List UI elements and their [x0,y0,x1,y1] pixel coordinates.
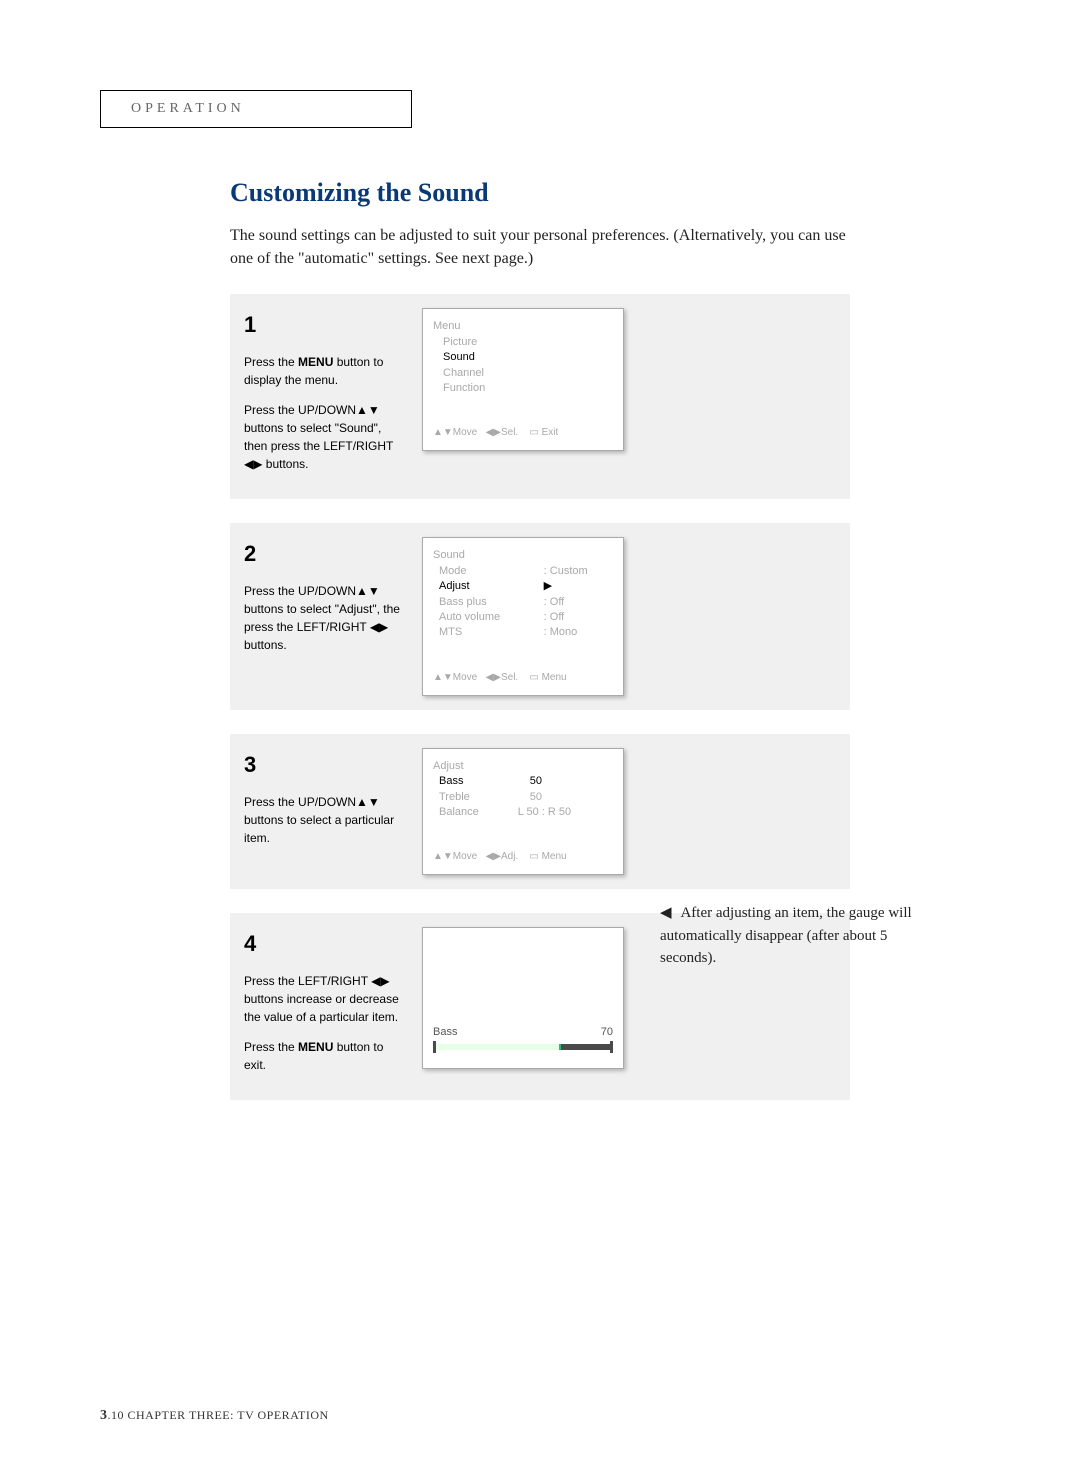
side-note: ◀ After adjusting an item, the gauge wil… [660,902,940,970]
step-instruction-b: Press the UP/DOWN▲▼ buttons to select "S… [244,401,404,473]
step-number: 1 [244,308,404,341]
step-1: 1 Press the MENU button to display the m… [230,294,850,499]
osd-screen-bass-gauge: Bass 70 [422,927,624,1069]
section-header: OPERATION [100,90,412,128]
intro-text: The sound settings can be adjusted to su… [230,224,850,270]
gauge-label: Bass [433,1025,457,1040]
step-instruction: Press the MENU button to display the men… [244,353,404,389]
left-arrow-icon: ◀ [660,902,672,925]
step-instruction-b: Press the MENU button to exit. [244,1038,404,1074]
step-2: 2 Press the UP/DOWN▲▼ buttons to select … [230,523,850,709]
exit-icon: ▭ Exit [529,427,558,438]
osd-screen-adjust-menu: Adjust Bass50 Treble50 BalanceL 50 : R 5… [422,748,624,876]
step-instruction: Press the UP/DOWN▲▼ buttons to select "A… [244,582,404,654]
step-instruction: Press the LEFT/RIGHT ◀▶ buttons increase… [244,972,404,1026]
move-icon: ▲▼Move [433,427,477,438]
page-footer: 3.10 CHAPTER THREE: TV OPERATION [100,1408,329,1424]
osd-screen-sound-menu: Sound Mode: Custom Adjust▶ Bass plus: Of… [422,537,624,695]
gauge-fill [433,1044,561,1050]
osd-screen-main-menu: Menu Picture Sound Channel Function ▲▼Mo… [422,308,624,451]
gauge-value: 70 [601,1025,613,1040]
step-3: 3 Press the UP/DOWN▲▼ buttons to select … [230,734,850,890]
gauge-bar [433,1044,613,1050]
page-title: Customizing the Sound [230,178,850,208]
step-number: 3 [244,748,404,781]
step-instruction: Press the UP/DOWN▲▼ buttons to select a … [244,793,404,847]
step-number: 4 [244,927,404,960]
sel-icon: ◀▶Sel. [486,427,519,438]
step-number: 2 [244,537,404,570]
